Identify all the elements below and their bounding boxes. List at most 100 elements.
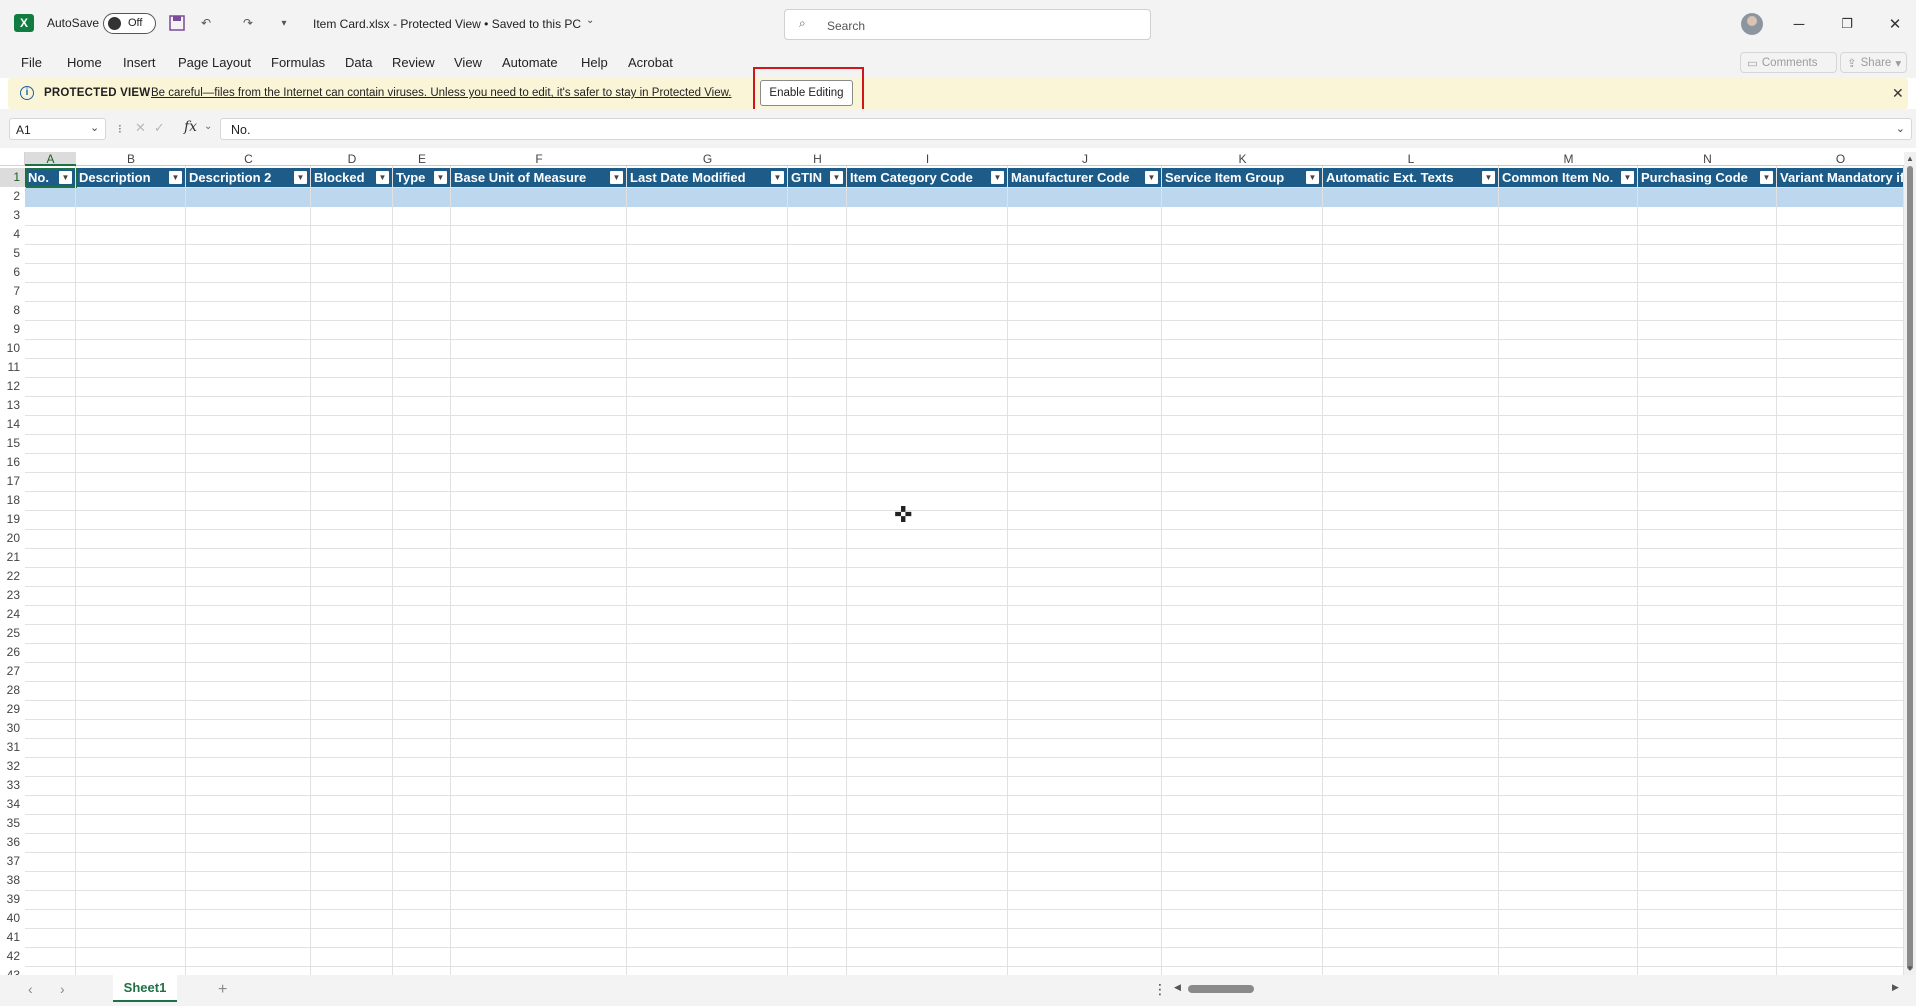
chevron-down-icon[interactable]: ⌄	[204, 121, 212, 132]
tab-formulas[interactable]: Formulas	[271, 55, 325, 70]
tab-view[interactable]: View	[454, 55, 482, 70]
close-window-icon[interactable]: ✕	[1872, 10, 1916, 38]
column-header-n[interactable]: N	[1638, 152, 1777, 166]
filter-dropdown-icon[interactable]: ▼	[830, 171, 843, 184]
save-icon[interactable]	[167, 13, 187, 33]
row-header[interactable]: 13	[0, 396, 25, 415]
row-header[interactable]: 34	[0, 795, 25, 814]
select-all-corner[interactable]	[0, 152, 25, 166]
row-header[interactable]: 12	[0, 377, 25, 396]
scroll-thumb[interactable]	[1188, 985, 1254, 993]
table-header-cell[interactable]: Item Category Code ▼	[847, 168, 1008, 187]
tab-home[interactable]: Home	[67, 55, 102, 70]
tab-insert[interactable]: Insert	[123, 55, 156, 70]
filter-dropdown-icon[interactable]: ▼	[376, 171, 389, 184]
column-header-l[interactable]: L	[1323, 152, 1499, 166]
row-header[interactable]: 29	[0, 700, 25, 719]
column-header-o[interactable]: O	[1777, 152, 1904, 166]
name-box[interactable]: A1 ⌄	[9, 118, 106, 140]
row-header[interactable]: 3	[0, 206, 25, 225]
table-data-row[interactable]	[25, 188, 1904, 207]
row-header[interactable]: 39	[0, 890, 25, 909]
column-header-f[interactable]: F	[451, 152, 627, 166]
scroll-up-icon[interactable]: ▲	[1906, 154, 1914, 163]
add-sheet-icon[interactable]: +	[218, 981, 227, 999]
table-header-cell[interactable]: Purchasing Code ▼	[1638, 168, 1777, 187]
close-icon[interactable]: ✕	[1892, 85, 1904, 102]
row-header[interactable]: 18	[0, 491, 25, 510]
undo-icon[interactable]: ↶	[196, 13, 216, 33]
row-header[interactable]: 8	[0, 301, 25, 320]
column-header-k[interactable]: K	[1162, 152, 1323, 166]
column-header-i[interactable]: I	[847, 152, 1008, 166]
table-header-cell[interactable]: Description 2 ▼	[186, 168, 311, 187]
scroll-down-icon[interactable]: ▼	[1906, 964, 1914, 973]
column-header-j[interactable]: J	[1008, 152, 1162, 166]
tab-data[interactable]: Data	[345, 55, 372, 70]
scroll-right-icon[interactable]: ▶	[1892, 982, 1899, 993]
filter-dropdown-icon[interactable]: ▼	[991, 171, 1004, 184]
row-header[interactable]: 5	[0, 244, 25, 263]
horizontal-scrollbar[interactable]: ◀ ▶	[1170, 982, 1904, 995]
column-header-c[interactable]: C	[186, 152, 311, 166]
row-header[interactable]: 35	[0, 814, 25, 833]
row-header[interactable]: 36	[0, 833, 25, 852]
sheet-tab[interactable]: Sheet1	[113, 975, 177, 1002]
filter-dropdown-icon[interactable]: ▼	[1482, 171, 1495, 184]
column-header-h[interactable]: H	[788, 152, 847, 166]
row-header[interactable]: 7	[0, 282, 25, 301]
row-header[interactable]: 2	[0, 187, 25, 206]
row-header[interactable]: 14	[0, 415, 25, 434]
row-header[interactable]: 33	[0, 776, 25, 795]
table-header-cell[interactable]: Common Item No. ▼	[1499, 168, 1638, 187]
tab-review[interactable]: Review	[392, 55, 435, 70]
column-header-m[interactable]: M	[1499, 152, 1638, 166]
filter-dropdown-icon[interactable]: ▼	[1306, 171, 1319, 184]
filter-dropdown-icon[interactable]: ▼	[294, 171, 307, 184]
table-header-cell[interactable]: GTIN ▼	[788, 168, 847, 187]
tab-automate[interactable]: Automate	[502, 55, 558, 70]
row-header[interactable]: 30	[0, 719, 25, 738]
row-header[interactable]: 41	[0, 928, 25, 947]
vertical-scrollbar[interactable]: ▲ ▼	[1904, 152, 1916, 975]
filter-dropdown-icon[interactable]: ▼	[610, 171, 623, 184]
scroll-thumb[interactable]	[1907, 166, 1913, 970]
row-header[interactable]: 9	[0, 320, 25, 339]
table-header-cell[interactable]: Service Item Group ▼	[1162, 168, 1323, 187]
filter-dropdown-icon[interactable]: ▼	[169, 171, 182, 184]
row-header[interactable]: 40	[0, 909, 25, 928]
table-header-cell[interactable]: Description ▼	[76, 168, 186, 187]
row-header[interactable]: 43	[0, 966, 25, 975]
scroll-left-icon[interactable]: ◀	[1174, 982, 1181, 993]
tab-help[interactable]: Help	[581, 55, 608, 70]
next-sheet-icon[interactable]: ›	[60, 981, 65, 997]
filter-dropdown-icon[interactable]: ▼	[1145, 171, 1158, 184]
share-button[interactable]: ⇪ Share ▾	[1840, 52, 1907, 73]
comments-button[interactable]: ▭ Comments	[1740, 52, 1837, 73]
protected-view-message[interactable]: Be careful—files from the Internet can c…	[151, 87, 731, 99]
minimize-icon[interactable]: ─	[1776, 10, 1822, 38]
row-header[interactable]: 15	[0, 434, 25, 453]
column-header-e[interactable]: E	[393, 152, 451, 166]
row-header[interactable]: 17	[0, 472, 25, 491]
column-header-a[interactable]: A	[25, 152, 76, 166]
formula-input[interactable]: No. ⌄	[220, 118, 1912, 140]
table-header-cell[interactable]: Blocked ▼	[311, 168, 393, 187]
redo-icon[interactable]: ↷	[238, 13, 258, 33]
column-header-g[interactable]: G	[627, 152, 788, 166]
expand-formula-icon[interactable]: ⌄	[1896, 122, 1905, 135]
chevron-down-icon[interactable]: ⌄	[586, 15, 594, 26]
row-header[interactable]: 27	[0, 662, 25, 681]
row-header[interactable]: 21	[0, 548, 25, 567]
row-header[interactable]: 19	[0, 510, 25, 529]
column-header-b[interactable]: B	[76, 152, 186, 166]
filter-dropdown-icon[interactable]: ▼	[771, 171, 784, 184]
tab-file[interactable]: File	[21, 55, 42, 70]
avatar[interactable]	[1741, 13, 1763, 35]
tab-acrobat[interactable]: Acrobat	[628, 55, 673, 70]
row-header[interactable]: 25	[0, 624, 25, 643]
column-header-d[interactable]: D	[311, 152, 393, 166]
row-header[interactable]: 6	[0, 263, 25, 282]
row-header[interactable]: 37	[0, 852, 25, 871]
more-icon[interactable]: ⋮	[1153, 981, 1167, 998]
